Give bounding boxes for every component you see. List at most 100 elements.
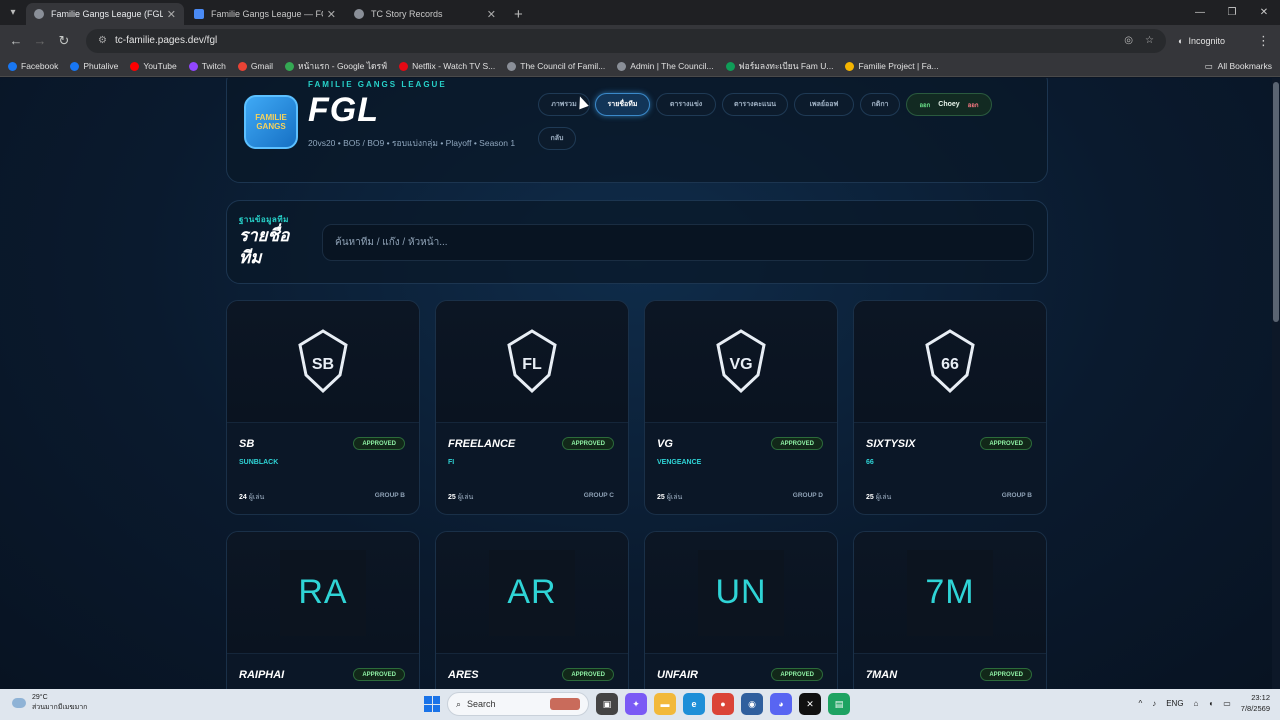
bookmark-label: Admin | The Council...: [630, 61, 714, 71]
docs-icon: [194, 9, 204, 19]
team-player-count: 25 ผู้เล่น: [657, 492, 682, 503]
bookmark-item[interactable]: Twitch: [188, 61, 226, 71]
eye-off-icon[interactable]: ◎: [1124, 35, 1133, 46]
team-logo-mark: VG: [716, 328, 766, 393]
page-scrollbar[interactable]: [1272, 78, 1280, 689]
scrollbar-thumb[interactable]: [1273, 82, 1279, 322]
bookmark-label: Familie Project | Fa...: [858, 61, 939, 71]
site-info-icon[interactable]: ⚙: [98, 35, 107, 46]
bookmark-item[interactable]: The Council of Famil...: [507, 61, 605, 71]
team-card[interactable]: VG VG APPROVED VENGEANCE 25 ผู้เล่น GROUP D: [644, 300, 838, 515]
nav-standings[interactable]: ตารางคะแนน: [722, 93, 788, 116]
url-text: tc-familie.pages.dev/fgl: [114, 35, 218, 46]
restore-icon[interactable]: ❐: [1216, 0, 1248, 25]
tab-search-chevron-icon[interactable]: ▾: [0, 0, 26, 25]
team-logo: SB: [288, 324, 358, 400]
discord-icon[interactable]: ◕: [770, 693, 792, 715]
capcut-icon[interactable]: ✕: [799, 693, 821, 715]
browser-menu-icon[interactable]: ⋮: [1257, 33, 1270, 49]
all-bookmarks-button[interactable]: ▭ All Bookmarks: [1205, 61, 1272, 72]
clock-time: 23:12: [1251, 693, 1270, 702]
team-card[interactable]: 66 SIXTYSIX APPROVED 66 25 ผู้เล่น GROUP B: [853, 300, 1047, 515]
weather-widget[interactable]: 29°C ส่วนมากมีเมฆมาก: [12, 693, 87, 713]
minimize-icon[interactable]: —: [1184, 0, 1216, 25]
new-tab-button[interactable]: +: [514, 3, 523, 25]
browser-tab-1[interactable]: Familie Gangs League — FGL S... ✕: [186, 3, 344, 25]
bookmark-label: ฟอร์มลงทะเบียน Fam U...: [738, 61, 834, 71]
team-player-count: 24 ผู้เล่น: [239, 492, 264, 503]
search-highlight-icon: [550, 698, 580, 710]
network-icon[interactable]: ⌂: [1194, 699, 1199, 708]
bookmark-item[interactable]: หน้าแรก - Google ไดรฟ์: [285, 59, 387, 73]
bookmark-favicon-icon: [507, 61, 517, 71]
incognito-indicator[interactable]: ◐ Incognito: [1178, 36, 1225, 46]
team-card[interactable]: AR ARES APPROVED: [435, 531, 629, 689]
volume-icon[interactable]: ◖: [1208, 699, 1213, 708]
team-logo-text: 7M: [925, 573, 975, 611]
edge-icon[interactable]: e: [683, 693, 705, 715]
team-banner: 66: [854, 301, 1046, 423]
bookmark-favicon-icon: [845, 61, 855, 71]
league-logo-text: FAMILIE GANGS: [255, 113, 287, 131]
bookmark-item[interactable]: Facebook: [8, 61, 58, 71]
close-tab-icon[interactable]: ✕: [327, 8, 336, 21]
team-card[interactable]: 7M 7MAN APPROVED: [853, 531, 1047, 689]
team-card[interactable]: SB SB APPROVED SUNBLACK 24 ผู้เล่น GROUP B: [226, 300, 420, 515]
battery-icon[interactable]: ▭: [1223, 699, 1231, 708]
team-card[interactable]: UN UNFAIR APPROVED: [644, 531, 838, 689]
browser-tab-2[interactable]: TC Story Records ✕: [346, 3, 504, 25]
window-controls: — ❐ ✕: [1184, 0, 1280, 25]
language-indicator[interactable]: ENG: [1166, 699, 1183, 708]
status-badge: APPROVED: [771, 668, 823, 681]
back-arrow-icon[interactable]: ←: [4, 33, 28, 48]
browser-tab-0[interactable]: Familie Gangs League (FGL) ✕: [26, 3, 184, 25]
player-count-unit: ผู้เล่น: [457, 494, 474, 501]
file-explorer-icon[interactable]: ▬: [654, 693, 676, 715]
logout-link[interactable]: ออก: [968, 100, 979, 110]
status-badge: APPROVED: [980, 437, 1032, 450]
microphone-icon[interactable]: ♪: [1152, 699, 1156, 708]
nav-playoff[interactable]: เพลย์ออฟ: [794, 93, 854, 116]
status-badge: APPROVED: [980, 668, 1032, 681]
nav-rules[interactable]: กติกา: [860, 93, 900, 116]
bookmark-item[interactable]: Admin | The Council...: [617, 61, 714, 71]
bookmark-favicon-icon: [285, 61, 295, 71]
nav-back[interactable]: กลับ: [538, 127, 576, 150]
line-icon[interactable]: ▤: [828, 693, 850, 715]
bookmark-item[interactable]: Phutalive: [70, 61, 118, 71]
windows-taskbar: 29°C ส่วนมากมีเมฆมาก ⌕ Search ▣ ✦ ▬ e ● …: [0, 689, 1280, 720]
nav-schedule[interactable]: ตารางแข่ง: [656, 93, 716, 116]
team-search-input[interactable]: [322, 224, 1034, 261]
app-icon[interactable]: ◉: [741, 693, 763, 715]
team-banner: VG: [645, 301, 837, 423]
forward-arrow-icon[interactable]: →: [28, 33, 52, 48]
close-tab-icon[interactable]: ✕: [167, 8, 176, 21]
close-window-icon[interactable]: ✕: [1248, 0, 1280, 25]
nav-teams[interactable]: รายชื่อทีม: [595, 93, 650, 116]
bookmark-item[interactable]: ฟอร์มลงทะเบียน Fam U...: [725, 59, 834, 73]
team-card[interactable]: RA RAIPHAI APPROVED: [226, 531, 420, 689]
page-viewport: FAMILIE GANGS FAMILIE GANGS LEAGUE FGL 2…: [0, 78, 1272, 689]
player-count-unit: ผู้เล่น: [875, 494, 892, 501]
copilot-icon[interactable]: ✦: [625, 693, 647, 715]
bookmark-star-icon[interactable]: ☆: [1145, 35, 1154, 46]
reload-icon[interactable]: ↻: [52, 33, 76, 49]
bookmark-label: Twitch: [201, 61, 226, 71]
chevron-up-icon[interactable]: ^: [1138, 699, 1142, 708]
status-badge: APPROVED: [562, 437, 614, 450]
address-bar[interactable]: ⚙ tc-familie.pages.dev/fgl ◎ ☆: [86, 28, 1166, 53]
team-card[interactable]: FL FREELANCE APPROVED FI 25 ผู้เล่น GROUP C: [435, 300, 629, 515]
windows-start-icon[interactable]: [424, 696, 440, 712]
clock[interactable]: 23:12 7/8/2569: [1241, 692, 1270, 714]
close-tab-icon[interactable]: ✕: [487, 8, 496, 21]
taskbar-search[interactable]: ⌕ Search: [447, 692, 589, 716]
bookmark-item[interactable]: Netflix - Watch TV S...: [399, 61, 495, 71]
bookmark-item[interactable]: Familie Project | Fa...: [845, 61, 939, 71]
bookmark-label: YouTube: [143, 61, 177, 71]
bookmark-item[interactable]: Gmail: [237, 61, 273, 71]
bookmark-item[interactable]: YouTube: [130, 61, 177, 71]
bookmark-favicon-icon: [399, 61, 409, 71]
user-pill[interactable]: ออก Choey ออก: [906, 93, 992, 116]
task-view-icon[interactable]: ▣: [596, 693, 618, 715]
chrome-icon[interactable]: ●: [712, 693, 734, 715]
